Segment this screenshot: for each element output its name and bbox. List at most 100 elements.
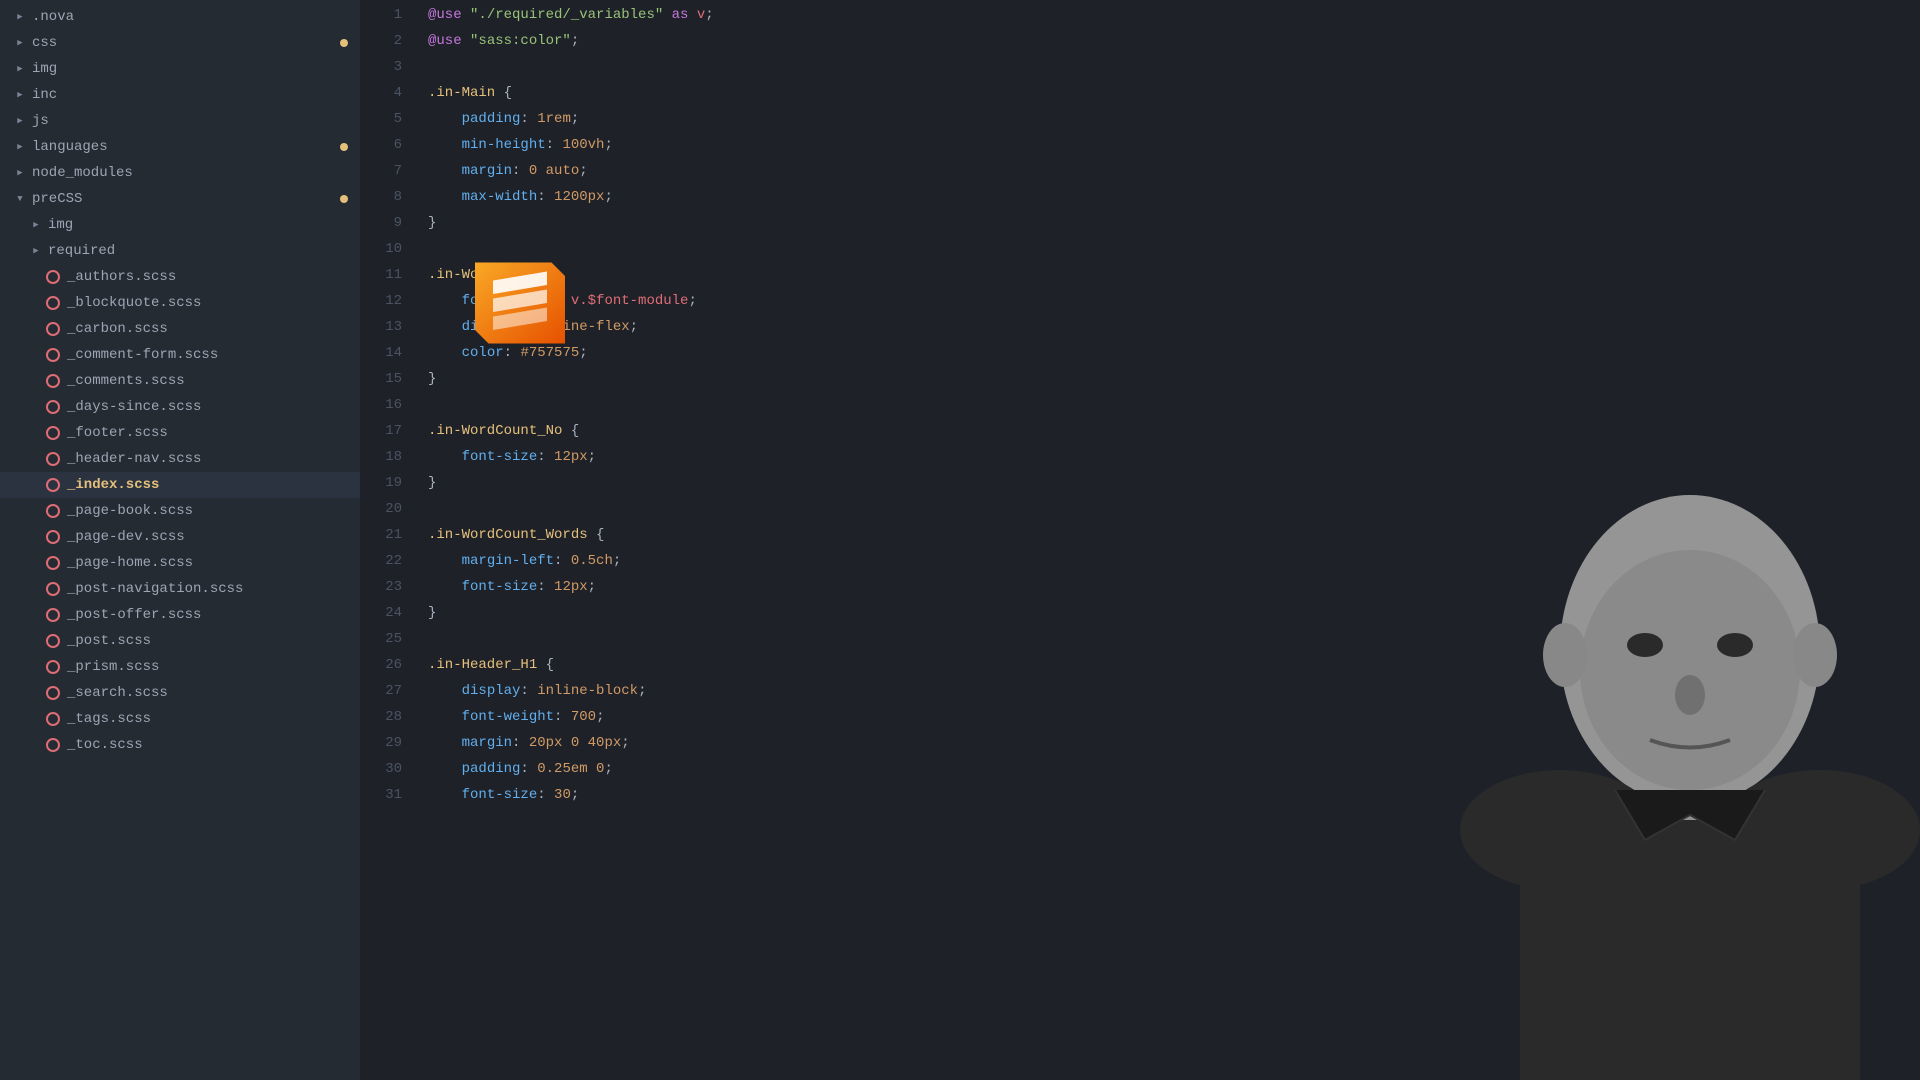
sidebar-item-js[interactable]: js (0, 108, 360, 134)
line-number-20: 20 (360, 496, 402, 522)
line-number-2: 2 (360, 28, 402, 54)
file-icon-_search (44, 684, 62, 702)
sidebar-item-_post-offer[interactable]: _post-offer.scss (0, 602, 360, 628)
line-number-28: 28 (360, 704, 402, 730)
file-icon-_header-nav (44, 450, 62, 468)
line-number-6: 6 (360, 132, 402, 158)
file-icon-_footer (44, 424, 62, 442)
code-line-22: margin-left: 0.5ch; (428, 548, 1920, 574)
sidebar-label-js: js (32, 110, 49, 132)
sidebar-label-_post: _post.scss (67, 630, 151, 652)
code-line-26: .in-Header_H1 { (428, 652, 1920, 678)
sidebar-item-_authors[interactable]: _authors.scss (0, 264, 360, 290)
file-icon-_prism (44, 658, 62, 676)
sidebar-label-_search: _search.scss (67, 682, 168, 704)
sidebar-item-preCSS[interactable]: preCSS (0, 186, 360, 212)
sidebar-item-img[interactable]: img (0, 56, 360, 82)
sidebar-item-nova[interactable]: .nova (0, 4, 360, 30)
sidebar-item-_comments[interactable]: _comments.scss (0, 368, 360, 394)
code-line-25 (428, 626, 1920, 652)
editor: 1234567891011121314151617181920212223242… (360, 0, 1920, 1080)
sidebar-label-_comments: _comments.scss (67, 370, 185, 392)
sidebar-item-_comment-form[interactable]: _comment-form.scss (0, 342, 360, 368)
sidebar-label-_prism: _prism.scss (67, 656, 159, 678)
line-number-18: 18 (360, 444, 402, 470)
line-number-13: 13 (360, 314, 402, 340)
sidebar-item-_page-home[interactable]: _page-home.scss (0, 550, 360, 576)
sidebar-item-img2[interactable]: img (0, 212, 360, 238)
line-number-1: 1 (360, 2, 402, 28)
sidebar-label-_footer: _footer.scss (67, 422, 168, 444)
sidebar-label-inc: inc (32, 84, 57, 106)
sidebar-item-_toc[interactable]: _toc.scss (0, 732, 360, 758)
sidebar-item-_post-navigation[interactable]: _post-navigation.scss (0, 576, 360, 602)
sidebar-item-css[interactable]: css (0, 30, 360, 56)
file-icon-_toc (44, 736, 62, 754)
sidebar-item-_header-nav[interactable]: _header-nav.scss (0, 446, 360, 472)
sidebar-item-_blockquote[interactable]: _blockquote.scss (0, 290, 360, 316)
code-line-3 (428, 54, 1920, 80)
code-line-12: font-family: v.$font-module; (428, 288, 1920, 314)
file-icon-_tags (44, 710, 62, 728)
sidebar-label-nova: .nova (32, 6, 74, 28)
file-icon-_page-dev (44, 528, 62, 546)
sidebar-item-_index[interactable]: _index.scss (0, 472, 360, 498)
sidebar-item-_search[interactable]: _search.scss (0, 680, 360, 706)
sidebar-item-_carbon[interactable]: _carbon.scss (0, 316, 360, 342)
sidebar-item-required[interactable]: required (0, 238, 360, 264)
sidebar-item-_post[interactable]: _post.scss (0, 628, 360, 654)
sidebar-item-node_modules[interactable]: node_modules (0, 160, 360, 186)
code-line-1: @use "./required/_variables" as v; (428, 2, 1920, 28)
sidebar-label-_header-nav: _header-nav.scss (67, 448, 201, 470)
file-icon-_post-navigation (44, 580, 62, 598)
folder-arrow-js (12, 113, 28, 129)
sidebar-label-_toc: _toc.scss (67, 734, 143, 756)
sidebar-label-_carbon: _carbon.scss (67, 318, 168, 340)
file-icon-_post (44, 632, 62, 650)
code-line-8: max-width: 1200px; (428, 184, 1920, 210)
line-numbers: 1234567891011121314151617181920212223242… (360, 0, 412, 1080)
line-number-30: 30 (360, 756, 402, 782)
sidebar-label-_page-home: _page-home.scss (67, 552, 193, 574)
code-content: @use "./required/_variables" as v;@use "… (412, 0, 1920, 1080)
dot-badge-languages (340, 143, 348, 151)
folder-arrow-nova (12, 9, 28, 25)
code-line-28: font-weight: 700; (428, 704, 1920, 730)
folder-arrow-inc (12, 87, 28, 103)
sidebar-item-_days-since[interactable]: _days-since.scss (0, 394, 360, 420)
line-number-14: 14 (360, 340, 402, 366)
sidebar-label-_blockquote: _blockquote.scss (67, 292, 201, 314)
code-line-29: margin: 20px 0 40px; (428, 730, 1920, 756)
sidebar-item-_prism[interactable]: _prism.scss (0, 654, 360, 680)
code-line-9: } (428, 210, 1920, 236)
sidebar-label-_comment-form: _comment-form.scss (67, 344, 218, 366)
file-icon-_page-home (44, 554, 62, 572)
line-number-10: 10 (360, 236, 402, 262)
sidebar-label-required: required (48, 240, 115, 262)
folder-arrow-preCSS (12, 191, 28, 207)
file-icon-_post-offer (44, 606, 62, 624)
line-number-21: 21 (360, 522, 402, 548)
line-number-29: 29 (360, 730, 402, 756)
sidebar-label-_days-since: _days-since.scss (67, 396, 201, 418)
line-number-4: 4 (360, 80, 402, 106)
sidebar-item-languages[interactable]: languages (0, 134, 360, 160)
folder-arrow-img2 (28, 217, 44, 233)
sidebar-label-_page-dev: _page-dev.scss (67, 526, 185, 548)
line-number-19: 19 (360, 470, 402, 496)
dot-badge-css (340, 39, 348, 47)
file-icon-_index (44, 476, 62, 494)
sidebar-label-img: img (32, 58, 57, 80)
code-line-21: .in-WordCount_Words { (428, 522, 1920, 548)
line-number-15: 15 (360, 366, 402, 392)
code-line-20 (428, 496, 1920, 522)
sidebar-item-_page-dev[interactable]: _page-dev.scss (0, 524, 360, 550)
sidebar-item-_footer[interactable]: _footer.scss (0, 420, 360, 446)
sidebar-label-_post-navigation: _post-navigation.scss (67, 578, 243, 600)
code-line-2: @use "sass:color"; (428, 28, 1920, 54)
line-number-23: 23 (360, 574, 402, 600)
code-line-4: .in-Main { (428, 80, 1920, 106)
sidebar-item-_page-book[interactable]: _page-book.scss (0, 498, 360, 524)
sidebar-item-_tags[interactable]: _tags.scss (0, 706, 360, 732)
sidebar-item-inc[interactable]: inc (0, 82, 360, 108)
